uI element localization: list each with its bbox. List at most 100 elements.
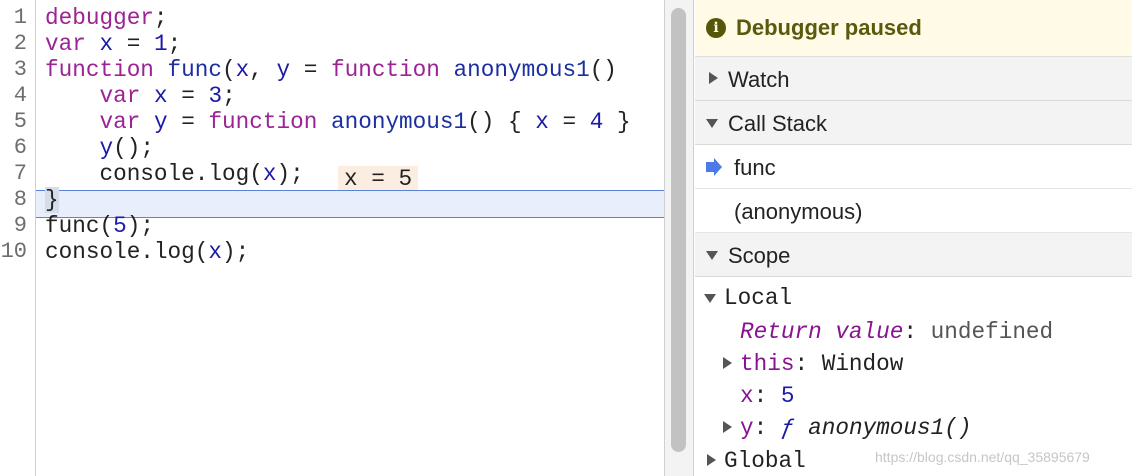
inline-variable-value: x = 5 bbox=[338, 166, 419, 192]
code-token: x bbox=[535, 109, 549, 135]
collapse-triangle-icon bbox=[706, 119, 718, 128]
call-stack-frame-current[interactable]: func bbox=[695, 145, 1132, 189]
scope-local-label[interactable]: Local bbox=[724, 285, 792, 311]
line-number[interactable]: 8 bbox=[14, 187, 27, 213]
separator: : bbox=[903, 319, 931, 345]
code-token: function bbox=[330, 57, 440, 83]
current-frame-arrow-icon bbox=[706, 158, 722, 176]
this-expand-triangle-icon[interactable] bbox=[723, 357, 732, 369]
return-value-val: undefined bbox=[930, 319, 1054, 345]
code-token: = bbox=[113, 31, 154, 57]
line-number[interactable]: 1 bbox=[14, 5, 27, 31]
line-number[interactable]: 7 bbox=[14, 161, 27, 187]
editor-scrollbar[interactable] bbox=[664, 0, 694, 476]
code-line: var x = 3; bbox=[45, 83, 664, 109]
source-code[interactable]: debugger; var x = 1; function func(x, y = … bbox=[45, 5, 664, 265]
code-line: var x = 1; bbox=[45, 31, 664, 57]
line-number[interactable]: 6 bbox=[14, 135, 27, 161]
scope-section-header[interactable]: Scope bbox=[695, 233, 1132, 277]
line-number[interactable]: 3 bbox=[14, 57, 27, 83]
code-token: x bbox=[262, 161, 277, 187]
code-token: ; bbox=[167, 31, 182, 57]
code-token: var bbox=[99, 109, 141, 135]
code-line: console.log(x); bbox=[45, 239, 664, 265]
collapse-triangle-icon bbox=[706, 251, 718, 260]
code-token: anonymous1 bbox=[453, 57, 590, 83]
paused-status-text: Debugger paused bbox=[736, 15, 922, 40]
scope-x: x: 5 bbox=[740, 383, 794, 409]
expand-triangle-icon bbox=[709, 72, 718, 84]
this-key: this bbox=[740, 351, 795, 377]
separator: : bbox=[753, 415, 781, 441]
y-key: y bbox=[740, 415, 754, 441]
watch-section-header[interactable]: Watch bbox=[695, 57, 1132, 101]
scope-global-label[interactable]: Global bbox=[724, 448, 806, 474]
line-number-gutter[interactable]: 1 2 3 4 5 6 7 8 9 10 bbox=[0, 0, 36, 476]
scope-this[interactable]: this: Window bbox=[740, 351, 903, 377]
this-val: Window bbox=[821, 351, 904, 377]
info-icon: i bbox=[706, 18, 726, 38]
call-stack-frame-label: func bbox=[734, 155, 776, 180]
code-editor[interactable]: 1 2 3 4 5 6 7 8 9 10 debugger; var x = 1; function … bbox=[0, 0, 664, 476]
separator: : bbox=[794, 351, 822, 377]
code-token: x bbox=[153, 83, 168, 109]
debugger-paused-banner: i Debugger paused bbox=[695, 0, 1132, 57]
line-number[interactable]: 9 bbox=[14, 213, 27, 239]
function-f-icon: ƒ bbox=[780, 415, 795, 441]
code-token: () { bbox=[467, 109, 536, 135]
code-token: 3 bbox=[208, 83, 223, 109]
code-token: , bbox=[249, 57, 277, 83]
code-token: x bbox=[235, 57, 250, 83]
call-stack-label: Call Stack bbox=[728, 111, 828, 136]
call-stack-frame[interactable]: (anonymous) bbox=[695, 189, 1132, 233]
code-token: 1 bbox=[153, 31, 168, 57]
code-token: = bbox=[167, 83, 209, 109]
code-token: ); bbox=[126, 213, 154, 239]
code-token: y bbox=[99, 135, 114, 161]
scope-return-value: Return value: undefined bbox=[740, 319, 1053, 345]
scope-y[interactable]: y: ƒ anonymous1() bbox=[740, 415, 971, 441]
y-val: anonymous1() bbox=[794, 415, 972, 441]
code-token: console.log( bbox=[45, 239, 209, 265]
debugger-sidebar: i Debugger paused Watch Call Stack func … bbox=[695, 0, 1132, 476]
code-token: func bbox=[167, 57, 223, 83]
global-expand-triangle-icon[interactable] bbox=[707, 454, 716, 466]
call-stack-section-header[interactable]: Call Stack bbox=[695, 101, 1132, 145]
local-collapse-triangle-icon[interactable] bbox=[704, 294, 716, 303]
code-token: ); bbox=[222, 239, 250, 265]
code-token: x bbox=[99, 31, 114, 57]
y-expand-triangle-icon[interactable] bbox=[723, 421, 732, 433]
code-token: = bbox=[167, 109, 209, 135]
code-token: x bbox=[208, 239, 223, 265]
scrollbar-thumb[interactable] bbox=[671, 8, 686, 452]
code-token: debugger bbox=[45, 5, 154, 31]
line-number[interactable]: 10 bbox=[1, 239, 27, 265]
code-token: y bbox=[276, 57, 291, 83]
line-number[interactable]: 4 bbox=[14, 83, 27, 109]
call-stack-frame-label: (anonymous) bbox=[734, 199, 863, 224]
code-line: function func(x, y = function anonymous1… bbox=[45, 57, 664, 83]
code-token: y bbox=[153, 109, 168, 135]
code-token: } bbox=[603, 109, 631, 135]
line-number[interactable]: 5 bbox=[14, 109, 27, 135]
separator: : bbox=[753, 383, 781, 409]
watermark: https://blog.csdn.net/qq_35895679 bbox=[875, 449, 1090, 465]
code-token: ; bbox=[222, 83, 236, 109]
code-token: ); bbox=[276, 161, 304, 187]
code-token: func( bbox=[45, 213, 114, 239]
x-key: x bbox=[740, 383, 754, 409]
code-token: (); bbox=[113, 135, 154, 161]
code-token: anonymous1 bbox=[330, 109, 468, 135]
line-number[interactable]: 2 bbox=[14, 31, 27, 57]
watch-label: Watch bbox=[728, 67, 790, 92]
code-line: debugger; bbox=[45, 5, 664, 31]
code-token: console.log( bbox=[45, 161, 263, 187]
